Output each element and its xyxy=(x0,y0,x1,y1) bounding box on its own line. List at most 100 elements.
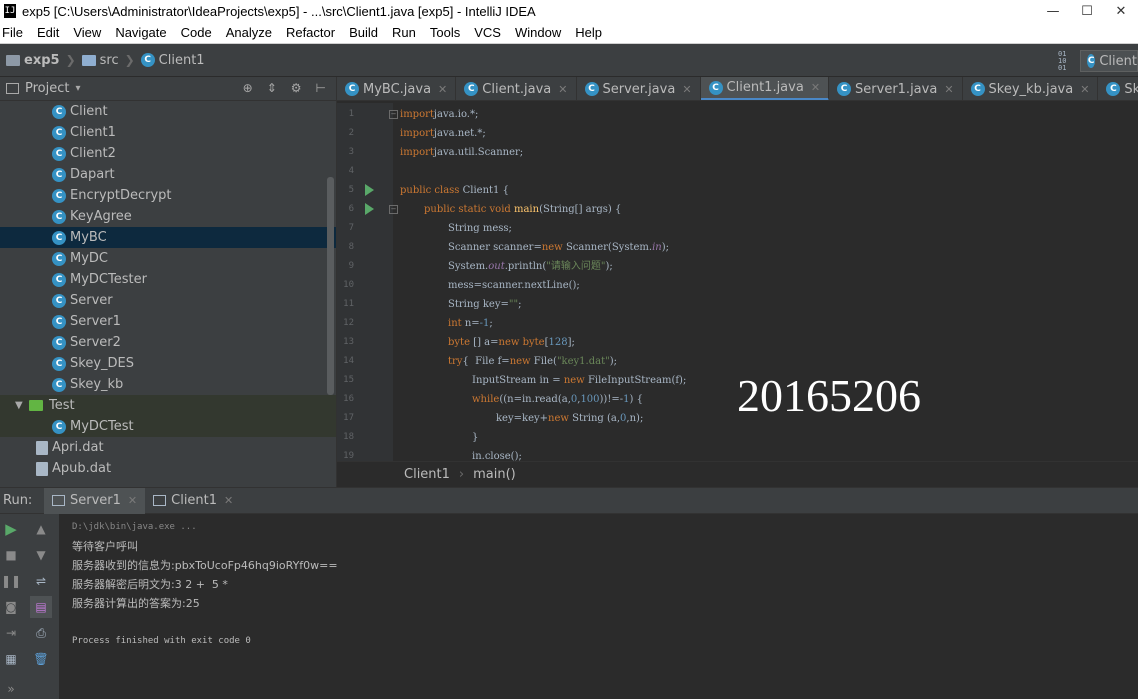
menu-build[interactable]: Build xyxy=(348,25,378,40)
tab-label: Skey_kb.java xyxy=(988,81,1074,97)
up-arrow-icon[interactable]: ▲ xyxy=(32,520,50,538)
close-icon[interactable]: ✕ xyxy=(558,83,567,96)
run-gutter-icon[interactable] xyxy=(365,203,374,215)
tab-mybc[interactable]: C MyBC.java ✕ xyxy=(337,77,457,100)
menu-tools[interactable]: Tools xyxy=(429,25,460,40)
tab-server[interactable]: C Server.java ✕ xyxy=(577,77,701,100)
expand-triangle-icon[interactable]: ▼ xyxy=(15,400,25,411)
close-icon[interactable]: ✕ xyxy=(811,81,820,94)
tree-item-apri-dat[interactable]: Apri.dat xyxy=(0,437,336,458)
console-icon xyxy=(153,495,167,506)
tab-skey-kb[interactable]: C Skey_kb.java ✕ xyxy=(963,77,1099,100)
tab-client[interactable]: C Client.java ✕ xyxy=(456,77,577,100)
tree-item-client1[interactable]: C Client1 xyxy=(0,122,336,143)
tree-item-client[interactable]: C Client xyxy=(0,101,336,122)
more-icon[interactable]: » xyxy=(2,680,20,698)
tree-item-skey-kb[interactable]: C Skey_kb xyxy=(0,374,336,395)
menu-vcs[interactable]: VCS xyxy=(473,25,501,40)
collapse-icon[interactable]: ⇕ xyxy=(267,81,277,95)
menu-run[interactable]: Run xyxy=(391,25,416,40)
project-view-label[interactable]: Project xyxy=(25,81,69,96)
tree-item-server[interactable]: C Server xyxy=(0,290,336,311)
close-icon[interactable]: ✕ xyxy=(438,83,447,96)
layout-icon[interactable]: ▦ xyxy=(2,650,20,668)
rerun-icon[interactable]: ▶ xyxy=(2,520,20,538)
tree-item-skey-des[interactable]: C Skey_DES xyxy=(0,353,336,374)
run-tab-client1[interactable]: Client1 ✕ xyxy=(145,488,241,514)
menu-file[interactable]: File xyxy=(0,25,23,40)
menu-bar: File Edit View Navigate Code Analyze Ref… xyxy=(0,22,1138,44)
menu-code[interactable]: Code xyxy=(180,25,212,40)
tree-item-label: Client2 xyxy=(70,146,116,161)
close-icon[interactable]: ✕ xyxy=(224,494,233,507)
close-icon[interactable]: ✕ xyxy=(944,83,953,96)
file-icon xyxy=(36,440,48,455)
tab-skey-des[interactable]: CSkey_DES.java xyxy=(1098,77,1138,100)
tree-item-server2[interactable]: C Server2 xyxy=(0,332,336,353)
intellij-logo-icon: IJ xyxy=(4,4,16,18)
tree-item-test-folder[interactable]: ▼ Test xyxy=(0,395,336,416)
tree-item-mybc[interactable]: C MyBC xyxy=(0,227,336,248)
maximize-icon[interactable]: ☐ xyxy=(1070,0,1104,22)
tree-item-encryptdecrypt[interactable]: C EncryptDecrypt xyxy=(0,185,336,206)
tab-label: Skey_DES.java xyxy=(1124,81,1138,97)
gear-icon[interactable]: ⚙ xyxy=(291,81,302,95)
run-header: Run: Server1 ✕ Client1 ✕ xyxy=(0,487,1138,514)
fold-icon[interactable]: − xyxy=(389,110,398,119)
menu-view[interactable]: View xyxy=(72,25,101,40)
tree-item-mydc[interactable]: C MyDC xyxy=(0,248,336,269)
scroll-to-end-icon[interactable]: ▤ xyxy=(30,596,52,618)
run-tab-server1[interactable]: Server1 ✕ xyxy=(44,487,146,514)
tree-item-label: MyDCTest xyxy=(70,419,134,434)
menu-help[interactable]: Help xyxy=(574,25,602,40)
tab-label: Server1.java xyxy=(855,81,938,97)
fold-icon[interactable]: − xyxy=(389,205,398,214)
console-line: 服务器解密后明文为:3 2 + 5 * xyxy=(72,578,228,591)
pause-icon[interactable]: ❚❚ xyxy=(1,572,21,590)
trash-icon[interactable]: 🗑 xyxy=(32,650,50,668)
menu-analyze[interactable]: Analyze xyxy=(225,25,272,40)
menu-navigate[interactable]: Navigate xyxy=(114,25,166,40)
breadcrumb-method[interactable]: main() xyxy=(473,467,516,482)
tab-server1[interactable]: C Server1.java ✕ xyxy=(829,77,963,100)
run-gutter-icon[interactable] xyxy=(365,184,374,196)
close-icon[interactable]: ✕ xyxy=(682,83,691,96)
soft-wrap-icon[interactable]: ⇌ xyxy=(32,572,50,590)
nav-crumb-class[interactable]: C Client1 xyxy=(140,53,205,68)
editor-tabs: C MyBC.java ✕ C Client.java ✕ C Server.java ✕ … xyxy=(337,77,1138,101)
menu-refactor[interactable]: Refactor xyxy=(285,25,335,40)
menu-edit[interactable]: Edit xyxy=(36,25,59,40)
menu-window[interactable]: Window xyxy=(514,25,561,40)
tab-client1[interactable]: C Client1.java ✕ xyxy=(700,77,830,100)
source-folder-icon xyxy=(81,54,96,66)
project-scrollbar[interactable] xyxy=(327,177,334,395)
locate-icon[interactable]: ⊕ xyxy=(243,81,253,95)
tree-item-server1[interactable]: C Server1 xyxy=(0,311,336,332)
chevron-down-icon[interactable]: ▾ xyxy=(75,83,80,94)
close-icon[interactable]: ✕ xyxy=(1080,83,1089,96)
console-output[interactable]: D:\jdk\bin\java.exe ... 等待客户呼叫 服务器收到的信息为:p… xyxy=(62,518,1132,651)
stop-icon[interactable]: ■ xyxy=(2,546,20,564)
console-line: Process finished with exit code 0 xyxy=(72,636,251,646)
nav-crumb-src[interactable]: src ❯ xyxy=(81,53,141,68)
line-number: 12 xyxy=(343,318,354,328)
exit-icon[interactable]: ⇥ xyxy=(2,624,20,642)
print-icon[interactable]: ⎙ xyxy=(32,624,50,642)
down-arrow-icon[interactable]: ▼ xyxy=(32,546,50,564)
breadcrumb-class[interactable]: Client1 xyxy=(404,467,450,482)
tree-item-mydctester[interactable]: C MyDCTester xyxy=(0,269,336,290)
minimize-icon[interactable]: — xyxy=(1036,0,1070,22)
tree-item-dapart[interactable]: C Dapart xyxy=(0,164,336,185)
tree-item-keyagree[interactable]: C KeyAgree xyxy=(0,206,336,227)
tree-item-mydctest[interactable]: C MyDCTest xyxy=(0,416,336,437)
close-icon[interactable]: ✕ xyxy=(128,494,137,507)
class-icon: C xyxy=(52,104,66,119)
tree-item-apub-dat[interactable]: Apub.dat xyxy=(0,458,336,479)
hide-icon[interactable]: ⊢ xyxy=(316,81,326,95)
close-icon[interactable]: ✕ xyxy=(1104,0,1138,22)
binary-icon[interactable]: 01 10 01 xyxy=(1058,50,1072,72)
nav-crumb-project[interactable]: exp5 ❯ xyxy=(0,53,82,68)
run-configuration-select[interactable]: C Client xyxy=(1080,50,1138,72)
dump-threads-icon[interactable]: ◙ xyxy=(2,598,20,616)
tree-item-client2[interactable]: C Client2 xyxy=(0,143,336,164)
